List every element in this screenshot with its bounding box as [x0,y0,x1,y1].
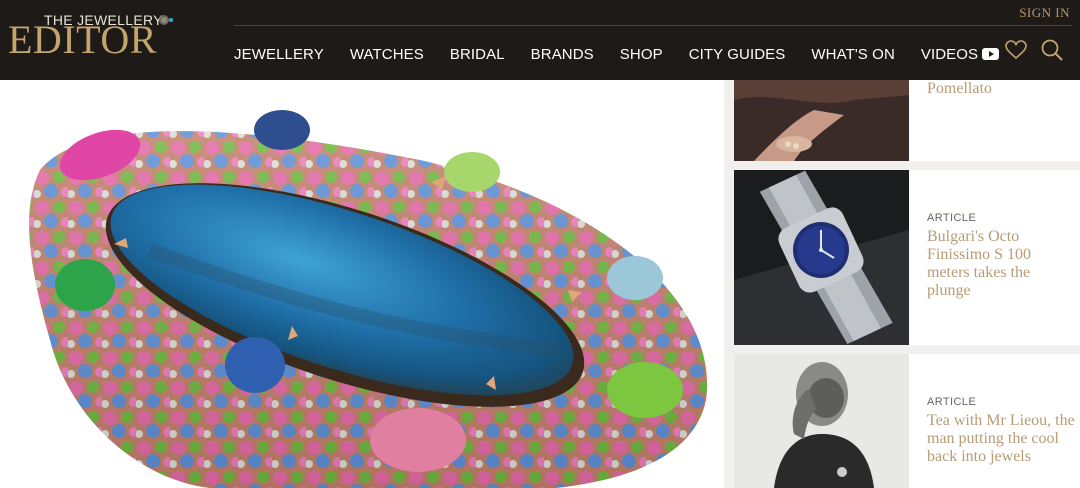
nav-item-shop[interactable]: SHOP [620,46,663,63]
youtube-icon [982,48,1000,60]
card-kind: ARTICLE [927,396,977,408]
list-item[interactable]: Pomellato [734,80,1080,161]
card-gap [734,345,1080,354]
header-rule [234,25,1072,26]
card-title[interactable]: Bulgari's Octo Finissimo S 100 meters ta… [927,228,1077,300]
sidebar-divider [724,80,734,488]
nav-item-bridal[interactable]: BRIDAL [450,46,505,63]
bulgari-watch-image [734,170,909,345]
opal-ring-image [29,110,708,488]
card-text: ARTICLE Bulgari's Octo Finissimo S 100 m… [927,212,1077,300]
nav-item-jewellery[interactable]: JEWELLERY [234,46,324,63]
search-icon[interactable] [1040,38,1064,62]
sidebar: Pomellato ARTICLE Bulgari's Octo Finissi… [734,80,1080,488]
logo-main-text: EDITOR [8,17,157,62]
list-item[interactable]: ARTICLE Bulgari's Octo Finissimo S 100 m… [734,170,1080,345]
gem-icon [159,15,173,25]
pomellato-image [734,80,909,161]
card-image[interactable] [734,354,909,488]
card-gap [734,161,1080,170]
list-item[interactable]: ARTICLE Tea with Mr Lieou, the man putti… [734,354,1080,488]
card-image[interactable] [734,170,909,345]
card-text: Pomellato [927,80,1077,98]
hero-image[interactable] [0,80,724,488]
card-title[interactable]: Pomellato [927,80,1077,98]
nav-item-city-guides[interactable]: CITY GUIDES [689,46,786,63]
main-nav: JEWELLERY WATCHES BRIDAL BRANDS SHOP CIT… [234,44,1025,64]
site-header: THE JEWELLERY EDITOR SIGN IN JEWELLERY W… [0,0,1080,80]
card-text: ARTICLE Tea with Mr Lieou, the man putti… [927,396,1077,466]
mr-lieou-portrait-image [734,354,909,488]
nav-item-watches[interactable]: WATCHES [350,46,424,63]
card-kind: ARTICLE [927,212,977,224]
sign-in-link[interactable]: SIGN IN [1019,5,1070,21]
heart-icon[interactable] [1005,40,1027,60]
card-title[interactable]: Tea with Mr Lieou, the man putting the c… [927,412,1077,466]
nav-item-brands[interactable]: BRANDS [531,46,594,63]
card-image[interactable] [734,80,909,161]
nav-item-videos[interactable]: VIDEOS [920,45,1000,63]
nav-item-videos-label: VIDEOS [920,45,979,63]
site-logo[interactable]: THE JEWELLERY EDITOR [8,10,194,62]
nav-item-whats-on[interactable]: WHAT'S ON [811,46,894,63]
